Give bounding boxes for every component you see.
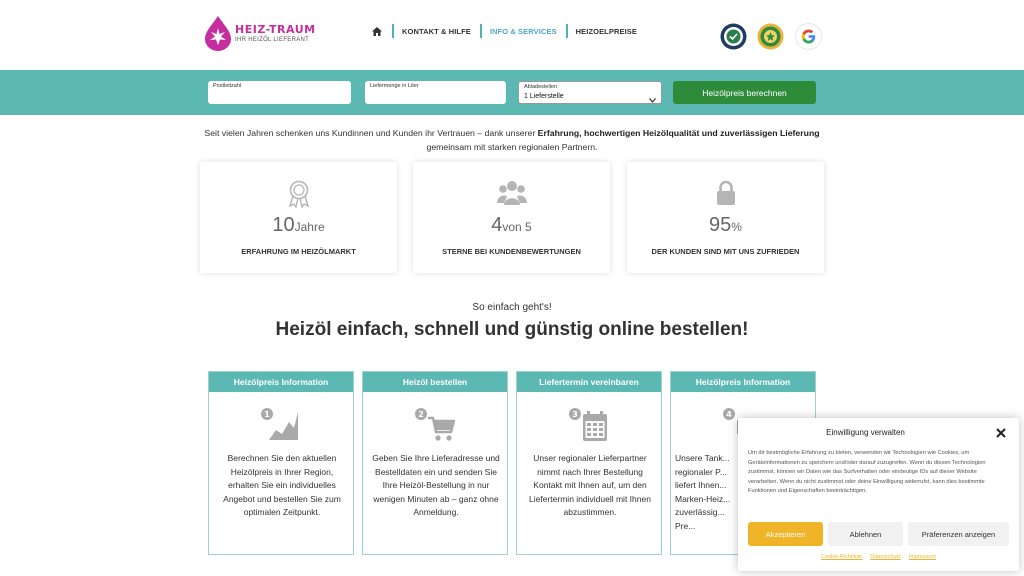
stat-unit: von 5	[502, 220, 532, 234]
calendar-icon: 3	[517, 408, 661, 442]
stat-value: 10Jahre	[200, 214, 397, 237]
award-ribbon-icon	[200, 180, 397, 208]
logo-title: HEIZ-TRAUM	[235, 23, 316, 36]
stat-unit: Jahre	[294, 220, 325, 234]
step-card-1: Heizölpreis Information 1 Berechnen Sie …	[208, 371, 354, 555]
intro-text-bold: Erfahrung, hochwertigen Heizölqualität u…	[537, 128, 820, 138]
quantity-field[interactable]: Liefermenge in Liter	[365, 81, 506, 104]
lock-icon	[627, 180, 824, 206]
step-number: 1	[264, 410, 270, 419]
nav-divider	[565, 24, 568, 38]
nav-divider	[479, 24, 482, 38]
consent-text: Um dir bestmögliche Erfahrung zu bieten,…	[748, 450, 986, 495]
price-calculator: Postleitzahl Liefermenge in Liter Ablade…	[0, 70, 1024, 115]
nav-item-kontakt[interactable]: KONTAKT & HILFE	[402, 27, 471, 36]
intro-text: Seit vielen Jahren schenken uns Kundinne…	[200, 126, 824, 154]
step-number: 2	[418, 410, 424, 419]
stat-caption: ERFAHRUNG IM HEIZÖLMARKT	[241, 247, 356, 256]
stat-number: 95	[709, 214, 732, 236]
award-badge-icon[interactable]	[757, 23, 784, 50]
stat-card-satisfaction: 95% DER KUNDEN SIND MIT UNS ZUFRIEDEN	[627, 162, 824, 273]
intro-text-part1: Seit vielen Jahren schenken uns Kundinne…	[204, 128, 538, 138]
stat-number: 4	[491, 214, 503, 236]
intro-text-part2: gemeinsam mit starken regionalen Partner…	[426, 142, 598, 152]
step-text: Berechnen Sie den aktuellen Heizölpreis …	[223, 453, 341, 517]
close-icon[interactable]	[995, 426, 1007, 438]
consent-title: Einwilligung verwalten	[826, 428, 905, 437]
logo[interactable]: HEIZ-TRAUM IHR HEIZÖL LIEFERANT	[203, 14, 316, 54]
unloading-select[interactable]: Abladestellen 1 Lieferstelle	[518, 81, 662, 104]
unloading-label: Abladestellen	[524, 84, 558, 90]
step-title: Heizölpreis Information	[671, 372, 815, 392]
step-text: Geben Sie Ihre Lieferadresse und Bestell…	[372, 453, 500, 517]
cart-icon: 2	[363, 408, 507, 442]
nav-item-heizoelpreise[interactable]: HEIZOELPREISE	[576, 27, 637, 36]
step-number: 4	[726, 410, 732, 419]
step-card-3: Liefertermin vereinbaren 3 Unser regiona…	[516, 371, 662, 555]
site-header: HEIZ-TRAUM IHR HEIZÖL LIEFERANT KONTAKT …	[0, 0, 1024, 70]
step-card-2: Heizöl bestellen 2 Geben Sie Ihre Liefer…	[362, 371, 508, 555]
users-group-icon	[413, 180, 610, 206]
step-number: 3	[572, 410, 578, 419]
postcode-field[interactable]: Postleitzahl	[208, 81, 351, 104]
section-subheading: So einfach geht's!	[472, 302, 552, 313]
home-icon[interactable]	[362, 24, 392, 38]
stat-value: 4von 5	[413, 214, 610, 237]
step-title: Heizöl bestellen	[363, 372, 507, 392]
section-heading: Heizöl einfach, schnell und günstig onli…	[275, 319, 749, 340]
accept-button[interactable]: Akzeptieren	[748, 522, 823, 546]
step-text: Unser regionaler Lieferpartner nimmt nac…	[529, 453, 651, 517]
page: HEIZ-TRAUM IHR HEIZÖL LIEFERANT KONTAKT …	[0, 0, 1024, 576]
nav-item-info-services[interactable]: INFO & SERVICES	[490, 27, 557, 36]
chevron-down-icon	[649, 90, 656, 108]
preferences-button[interactable]: Präferenzen anzeigen	[908, 522, 1009, 546]
imprint-link[interactable]: Impressum	[909, 554, 936, 560]
calculate-price-button[interactable]: Heizölpreis berechnen	[673, 81, 816, 104]
consent-links: Cookie-Richtlinie Datenschutz Impressum	[738, 554, 1019, 560]
stat-value: 95%	[627, 214, 824, 237]
logo-subtitle: IHR HEIZÖL LIEFERANT	[235, 37, 310, 43]
main-nav: KONTAKT & HILFE INFO & SERVICES HEIZOELP…	[362, 24, 646, 38]
nav-divider	[392, 24, 394, 38]
stat-caption: STERNE BEI KUNDENBEWERTUNGEN	[442, 247, 581, 256]
stat-card-ratings: 4von 5 STERNE BEI KUNDENBEWERTUNGEN	[413, 162, 610, 273]
stat-number: 10	[272, 214, 295, 236]
stat-unit: %	[731, 220, 742, 234]
unloading-value: 1 Lieferstelle	[524, 93, 564, 100]
cookie-consent-dialog: Einwilligung verwalten Um dir bestmöglic…	[738, 418, 1019, 571]
cookie-policy-link[interactable]: Cookie-Richtlinie	[821, 554, 862, 560]
logo-drop-icon	[205, 16, 231, 51]
step-title: Heizölpreis Information	[209, 372, 353, 392]
seal-badge-icon[interactable]	[720, 23, 747, 50]
postcode-label: Postleitzahl	[213, 83, 242, 89]
stat-caption: DER KUNDEN SIND MIT UNS ZUFRIEDEN	[651, 247, 800, 256]
privacy-link[interactable]: Datenschutz	[870, 554, 901, 560]
step-title: Liefertermin vereinbaren	[517, 372, 661, 392]
stat-card-experience: 10Jahre ERFAHRUNG IM HEIZÖLMARKT	[200, 162, 397, 273]
step-text: Unsere Tank... regionaler P... liefert I…	[675, 453, 731, 531]
google-icon[interactable]	[795, 23, 822, 50]
quantity-label: Liefermenge in Liter	[370, 83, 419, 89]
deny-button[interactable]: Ablehnen	[828, 522, 903, 546]
chart-icon: 1	[209, 408, 353, 442]
